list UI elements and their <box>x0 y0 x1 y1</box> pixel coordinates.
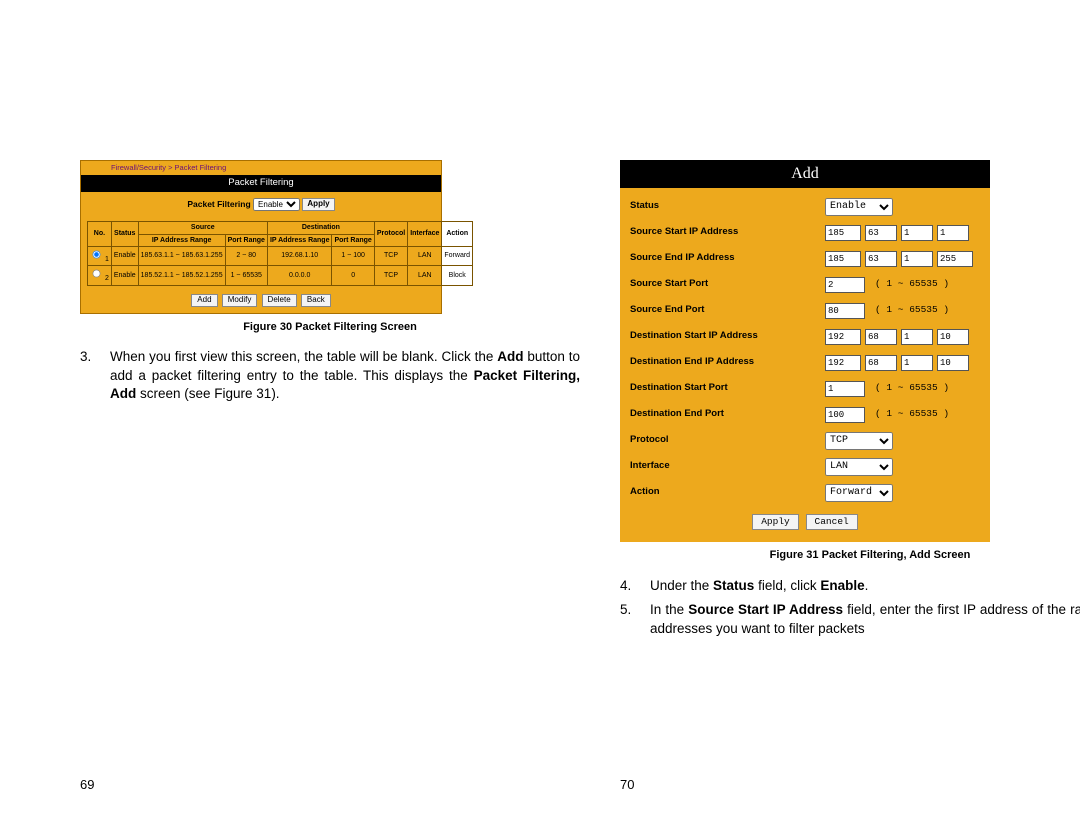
apply-button[interactable]: Apply <box>752 514 799 531</box>
row-radio-2[interactable] <box>93 270 101 278</box>
dst-end-ip-1[interactable] <box>825 355 861 371</box>
page-70: Add Status Enable Source Start IP Addres… <box>540 0 1080 834</box>
pf-enable-select[interactable]: Enable <box>253 198 300 211</box>
col-source: Source <box>138 222 267 234</box>
pf-table: No. Status Source Destination Protocol I… <box>87 221 473 286</box>
dst-start-ip-3[interactable] <box>901 329 933 345</box>
col-src-port: Port Range <box>225 234 267 246</box>
src-start-port[interactable] <box>825 277 865 293</box>
col-protocol: Protocol <box>374 222 407 247</box>
src-start-ip-3[interactable] <box>901 225 933 241</box>
add-button[interactable]: Add <box>191 294 217 307</box>
delete-button[interactable]: Delete <box>262 294 297 307</box>
back-button[interactable]: Back <box>301 294 331 307</box>
protocol-select[interactable]: TCP <box>825 432 893 450</box>
pf-filter-label: Packet Filtering <box>187 199 250 209</box>
action-select[interactable]: Forward <box>825 484 893 502</box>
table-row: 2 Enable 185.52.1.1 ~ 185.52.1.255 1 ~ 6… <box>88 266 473 285</box>
step-5-num: 5. <box>620 601 650 637</box>
port-hint: ( 1 ~ 65535 ) <box>875 304 949 317</box>
label-src-start-port: Source Start Port <box>620 278 825 291</box>
pf-header-row-1: No. Status Source Destination Protocol I… <box>88 222 473 234</box>
src-start-ip-1[interactable] <box>825 225 861 241</box>
label-src-start-ip: Source Start IP Address <box>620 226 825 239</box>
panel-title: Packet Filtering <box>81 175 441 192</box>
col-status: Status <box>111 222 138 247</box>
add-screenshot: Add Status Enable Source Start IP Addres… <box>620 160 990 542</box>
dst-end-ip-4[interactable] <box>937 355 969 371</box>
step-3-text: When you first view this screen, the tab… <box>110 348 580 403</box>
col-action: Action <box>442 222 473 247</box>
breadcrumb: Firewall/Security > Packet Filtering <box>81 161 441 175</box>
label-src-end-ip: Source End IP Address <box>620 252 825 265</box>
packet-filtering-screenshot: Firewall/Security > Packet Filtering Pac… <box>80 160 442 314</box>
col-no: No. <box>88 222 112 247</box>
col-src-ip: IP Address Range <box>138 234 225 246</box>
label-dst-start-ip: Destination Start IP Address <box>620 330 825 343</box>
label-protocol: Protocol <box>620 434 825 447</box>
col-dst-port: Port Range <box>332 234 374 246</box>
src-start-ip-4[interactable] <box>937 225 969 241</box>
cancel-button[interactable]: Cancel <box>806 514 858 531</box>
port-hint: ( 1 ~ 65535 ) <box>875 278 949 291</box>
label-src-end-port: Source End Port <box>620 304 825 317</box>
dst-end-ip-2[interactable] <box>865 355 897 371</box>
dst-start-ip-1[interactable] <box>825 329 861 345</box>
dst-end-port[interactable] <box>825 407 865 423</box>
col-interface: Interface <box>408 222 442 247</box>
step-3-num: 3. <box>80 348 110 403</box>
port-hint: ( 1 ~ 65535 ) <box>875 382 949 395</box>
src-end-ip-2[interactable] <box>865 251 897 267</box>
modify-button[interactable]: Modify <box>222 294 258 307</box>
label-dst-end-port: Destination End Port <box>620 408 825 421</box>
step-5-text: In the Source Start IP Address field, en… <box>650 601 1080 637</box>
step-4-num: 4. <box>620 577 650 595</box>
col-dst-ip: IP Address Range <box>267 234 332 246</box>
step-3: 3. When you first view this screen, the … <box>80 348 580 403</box>
col-dest: Destination <box>267 222 374 234</box>
figure-31-caption: Figure 31 Packet Filtering, Add Screen <box>620 548 1080 563</box>
dst-start-ip-4[interactable] <box>937 329 969 345</box>
page-number-right: 70 <box>620 776 634 794</box>
step-4: 4. Under the Status field, click Enable. <box>620 577 1080 595</box>
label-interface: Interface <box>620 460 825 473</box>
table-row: 1 Enable 185.63.1.1 ~ 185.63.1.255 2 ~ 8… <box>88 246 473 265</box>
status-select[interactable]: Enable <box>825 198 893 216</box>
dst-start-ip-2[interactable] <box>865 329 897 345</box>
interface-select[interactable]: LAN <box>825 458 893 476</box>
figure-30-caption: Figure 30 Packet Filtering Screen <box>80 320 580 335</box>
src-end-port[interactable] <box>825 303 865 319</box>
page-number-left: 69 <box>80 776 94 794</box>
row-radio-1[interactable] <box>93 251 101 259</box>
dst-end-ip-3[interactable] <box>901 355 933 371</box>
port-hint: ( 1 ~ 65535 ) <box>875 408 949 421</box>
apply-button[interactable]: Apply <box>302 198 334 211</box>
label-status: Status <box>620 200 825 213</box>
label-dst-end-ip: Destination End IP Address <box>620 356 825 369</box>
label-action: Action <box>620 486 825 499</box>
src-end-ip-4[interactable] <box>937 251 973 267</box>
label-dst-start-port: Destination Start Port <box>620 382 825 395</box>
dst-start-port[interactable] <box>825 381 865 397</box>
step-4-text: Under the Status field, click Enable. <box>650 577 1080 595</box>
step-5: 5. In the Source Start IP Address field,… <box>620 601 1080 637</box>
src-end-ip-3[interactable] <box>901 251 933 267</box>
src-end-ip-1[interactable] <box>825 251 861 267</box>
page-69: Firewall/Security > Packet Filtering Pac… <box>0 0 600 834</box>
add-title-bar: Add <box>620 160 990 188</box>
src-start-ip-2[interactable] <box>865 225 897 241</box>
